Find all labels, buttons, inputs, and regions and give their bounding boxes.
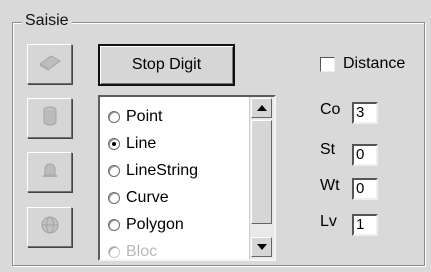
radio-label: Point: [126, 107, 163, 125]
radio-option-polygon[interactable]: Polygon: [108, 211, 198, 238]
radio-option-point[interactable]: Point: [108, 103, 198, 130]
stop-digit-button[interactable]: Stop Digit: [98, 44, 235, 86]
scroll-up-button[interactable]: [251, 98, 272, 118]
radio-label: LineString: [126, 161, 199, 179]
distance-label: Distance: [343, 55, 406, 72]
scroll-thumb[interactable]: [251, 120, 272, 224]
arrow-up-icon: [256, 105, 267, 111]
arrow-down-icon: [256, 244, 267, 250]
cylinder-button[interactable]: [27, 98, 72, 138]
co-label: Co: [320, 101, 341, 118]
distance-checkbox[interactable]: [320, 56, 335, 72]
co-input[interactable]: 3: [352, 102, 378, 124]
radio-button[interactable]: [108, 164, 120, 177]
bell-icon: [41, 161, 59, 184]
eraser-icon: [37, 53, 63, 76]
cylinder-icon: [42, 106, 58, 131]
st-label: St: [320, 141, 336, 158]
radio-option-bloc[interactable]: Bloc: [108, 238, 198, 260]
radio-button[interactable]: [108, 245, 120, 258]
scroll-down-button[interactable]: [251, 237, 272, 257]
groupbox-title: Saisie: [22, 12, 72, 30]
geometry-type-options: Point Line LineString Curve Polygon Bloc: [108, 103, 198, 260]
st-input[interactable]: 0: [352, 144, 378, 166]
globe-button[interactable]: [27, 207, 72, 247]
wt-label: Wt: [320, 177, 340, 194]
lv-input[interactable]: 1: [352, 214, 378, 236]
radio-label: Polygon: [126, 215, 184, 233]
radio-label: Curve: [126, 188, 169, 206]
radio-button[interactable]: [108, 137, 120, 150]
radio-button[interactable]: [108, 191, 120, 204]
radio-option-curve[interactable]: Curve: [108, 184, 198, 211]
radio-label: Line: [126, 134, 157, 152]
lv-label: Lv: [320, 213, 337, 230]
radio-button[interactable]: [108, 110, 120, 123]
radio-option-linestring[interactable]: LineString: [108, 157, 198, 184]
radio-button[interactable]: [108, 218, 120, 231]
globe-icon: [40, 215, 60, 240]
distance-checkbox-row[interactable]: Distance: [320, 55, 405, 73]
radio-label: Bloc: [126, 242, 158, 260]
list-scrollbar[interactable]: [249, 97, 274, 259]
bell-button[interactable]: [27, 152, 72, 192]
geometry-type-list[interactable]: Point Line LineString Curve Polygon Bloc: [98, 95, 276, 261]
wt-input[interactable]: 0: [352, 178, 378, 200]
radio-option-line[interactable]: Line: [108, 130, 198, 157]
eraser-button[interactable]: [27, 44, 72, 84]
